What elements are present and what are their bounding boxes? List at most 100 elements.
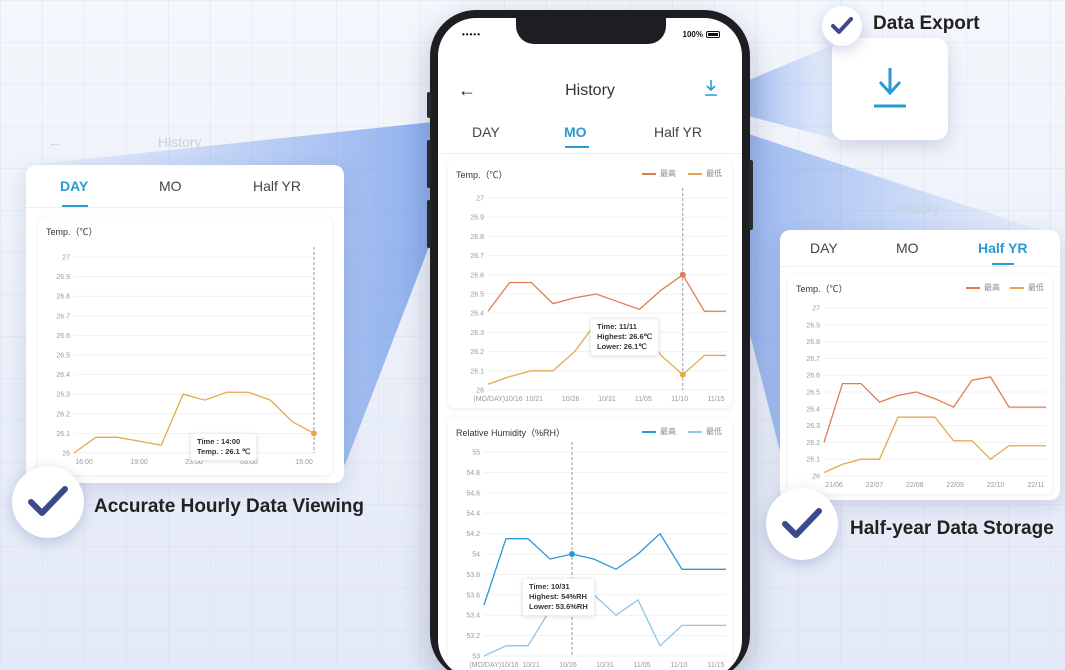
day-panel: DAY MO Half YR Temp.（℃） 27 26.9 26.8 26.7 26… xyxy=(26,165,344,483)
tab-day[interactable]: DAY xyxy=(60,178,88,194)
x-tick-label: 10/21 xyxy=(526,396,544,403)
day-tooltip: Time : 14:00 Temp. : 26.1 ℃ xyxy=(190,433,258,461)
y-tick-label: 27 xyxy=(476,196,484,203)
x-tick-label: 11/05 xyxy=(635,396,652,403)
export-card[interactable] xyxy=(832,38,948,140)
x-tick-label: 16:00 xyxy=(75,459,93,466)
tab-half-yr[interactable]: Half YR xyxy=(978,240,1028,256)
x-tick-label: 22/10 xyxy=(987,482,1005,489)
phone-button xyxy=(427,140,431,188)
phone-notch xyxy=(516,18,666,44)
y-tick-label: 26.5 xyxy=(56,353,70,360)
tooltip-time: Time : 14:00 xyxy=(197,437,241,446)
y-tick-label: 26.6 xyxy=(806,373,820,380)
check-icon xyxy=(782,508,822,538)
y-tick-label: 54.6 xyxy=(466,490,480,497)
y-tick-label: 53.6 xyxy=(466,592,480,599)
y-tick-label: 26.8 xyxy=(470,234,484,241)
day-temp-chart: 27 26.9 26.8 26.7 26.6 26.5 26.4 26.3 26.2 26.1 26… xyxy=(56,247,317,466)
y-tick-label: 26.4 xyxy=(806,406,820,413)
status-signal: ••••• xyxy=(462,30,482,39)
y-tick-label: 54 xyxy=(472,552,480,559)
download-icon xyxy=(874,68,906,108)
month-temp-chart: 27 26.9 26.8 26.7 26.6 26.5 26.4 26.3 26.2 26.1 26… xyxy=(470,188,726,403)
tooltip-lower: Lower: 53.6%RH xyxy=(529,602,588,611)
check-badge-storage xyxy=(766,488,838,560)
y-tick-label: 27 xyxy=(812,306,820,313)
x-tick-label: 11/05 xyxy=(634,662,651,669)
y-tick-label: 26 xyxy=(476,388,484,395)
y-tick-label: 53.2 xyxy=(466,633,480,640)
y-tick-label: 54.8 xyxy=(466,470,480,477)
y-tick-label: 26.1 xyxy=(56,431,70,438)
x-tick-label: 10/31 xyxy=(596,662,614,669)
y-tick-label: 26.7 xyxy=(470,253,484,260)
tab-mo[interactable]: MO xyxy=(159,178,182,194)
y-tick-label: 26 xyxy=(812,474,820,481)
humidity-chart: 55 54.8 54.6 54.4 54.2 54 53.8 53.6 53.4 53.2 53(M… xyxy=(466,442,726,669)
tab-half-yr[interactable]: Half YR xyxy=(253,178,301,194)
y-tick-label: 26.4 xyxy=(56,372,70,379)
y-tick-label: 26.6 xyxy=(470,272,484,279)
y-tick-label: 26.9 xyxy=(56,274,70,281)
y-tick-label: 26.9 xyxy=(470,215,484,222)
y-tick-label: 26.3 xyxy=(56,392,70,399)
phone-button xyxy=(427,92,431,118)
y-tick-label: 26.8 xyxy=(56,294,70,301)
tooltip-highest: Highest: 54%RH xyxy=(529,592,587,601)
x-tick-label: 11/15 xyxy=(708,396,725,403)
feature-storage-label: Half-year Data Storage xyxy=(850,518,1054,539)
x-tick-label: (MO/DAY)10/16 xyxy=(473,396,522,403)
x-tick-label: 11/15 xyxy=(708,662,725,669)
x-tick-label: 21/06 xyxy=(825,482,843,489)
x-tick-label: 10/26 xyxy=(562,396,580,403)
x-tick-label: 22/11 xyxy=(1028,482,1045,489)
tab-day[interactable]: DAY xyxy=(810,240,838,256)
y-tick-label: 26.4 xyxy=(470,311,484,318)
ghost-back-left: ← xyxy=(48,134,62,150)
tab-divider xyxy=(780,266,1060,267)
x-tick-label: 19:00 xyxy=(130,459,148,466)
x-tick-label: 22/07 xyxy=(866,482,884,489)
y-tick-label: 26 xyxy=(62,451,70,458)
tab-half-yr-underline xyxy=(992,263,1014,265)
tooltip-time: Time: 11/11 xyxy=(597,322,637,331)
y-tick-label: 26.5 xyxy=(806,390,820,397)
tab-half-yr[interactable]: Half YR xyxy=(654,124,702,140)
y-tick-label: 27 xyxy=(62,255,70,262)
download-icon[interactable] xyxy=(702,78,720,98)
tooltip-temp: Temp. : 26.1 ℃ xyxy=(197,447,251,456)
x-tick-label: 11/10 xyxy=(671,396,688,403)
tab-mo-underline xyxy=(565,146,589,148)
y-tick-label: 26.3 xyxy=(806,423,820,430)
check-icon xyxy=(28,486,68,516)
y-tick-label: 54.4 xyxy=(466,511,480,518)
highlight-point xyxy=(679,271,686,278)
highlight-point xyxy=(311,430,317,437)
y-tick-label: 54.2 xyxy=(466,531,480,538)
y-tick-label: 26.7 xyxy=(806,356,820,363)
y-tick-label: 53.8 xyxy=(466,572,480,579)
tab-day[interactable]: DAY xyxy=(472,124,500,140)
battery-icon xyxy=(706,31,720,38)
feature-hourly-label: Accurate Hourly Data Viewing xyxy=(94,496,364,517)
y-tick-label: 26.5 xyxy=(470,292,484,299)
x-tick-label: 22/08 xyxy=(906,482,924,489)
tab-mo[interactable]: MO xyxy=(896,240,919,256)
tab-mo[interactable]: MO xyxy=(564,124,587,140)
battery-text: 100% xyxy=(682,30,703,39)
x-tick-label: (MO/DAY)10/16 xyxy=(469,662,518,669)
check-icon xyxy=(831,17,853,34)
period-tabs: DAY MO Half YR xyxy=(438,118,742,154)
x-tick-label: 15:00 xyxy=(295,459,313,466)
y-tick-label: 26.7 xyxy=(56,313,70,320)
y-tick-label: 55 xyxy=(472,450,480,457)
x-tick-label: 10/26 xyxy=(559,662,577,669)
x-tick-label: 22/09 xyxy=(946,482,964,489)
y-tick-label: 26.1 xyxy=(470,368,484,375)
series-line xyxy=(483,532,726,606)
phone-frame: ••••• 100% ← History DAY MO Half YR Temp… xyxy=(427,10,753,670)
x-tick-label: 10/21 xyxy=(522,662,540,669)
y-tick-label: 26.9 xyxy=(806,322,820,329)
y-tick-label: 26.3 xyxy=(470,330,484,337)
